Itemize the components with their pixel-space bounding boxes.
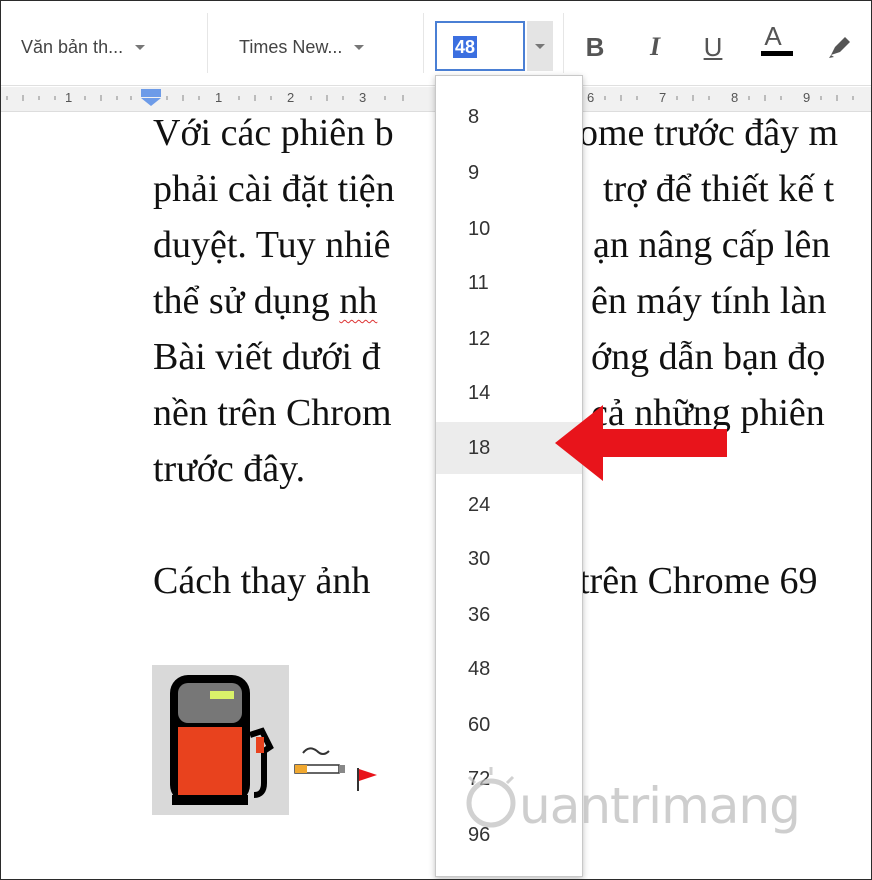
text-color-swatch [761, 51, 793, 56]
font-family-select[interactable]: Times New... [239, 29, 365, 65]
spellcheck-word[interactable]: nh [339, 280, 377, 322]
font-size-option[interactable]: 8 [436, 94, 582, 140]
first-line-indent-marker[interactable] [141, 89, 161, 97]
ruler-number: 7 [659, 90, 667, 105]
text-color-icon: A [764, 21, 782, 51]
ruler-number: 6 [587, 90, 595, 105]
cigarette-icon [294, 747, 345, 774]
toolbar-divider [563, 13, 564, 73]
font-size-option[interactable]: 9 [436, 150, 582, 196]
text-color-button[interactable]: A [753, 17, 793, 69]
font-size-dropdown-button[interactable] [527, 21, 553, 71]
flag-icon [357, 768, 377, 791]
underline-icon: U [703, 32, 723, 62]
underline-button[interactable]: U [693, 27, 733, 67]
doc-text-line: Cách thay ảnh [153, 560, 371, 602]
doc-text-line: thể sử dụng nh [153, 279, 377, 323]
left-indent-marker[interactable] [141, 98, 161, 106]
chevron-down-icon [535, 44, 545, 49]
doc-text-line: duyệt. Tuy nhiê [153, 224, 391, 266]
fuel-pump-image[interactable] [152, 665, 289, 815]
doc-text-line: ome trước đây m [579, 112, 839, 154]
doc-text-line: trước đây. [153, 448, 306, 490]
italic-button[interactable]: I [635, 27, 675, 67]
watermark-text: uantrimang [519, 777, 801, 835]
chevron-down-icon [354, 44, 365, 50]
doc-text-line: Với các phiên b [153, 112, 394, 154]
ruler-number: 1 [215, 90, 223, 105]
font-family-label: Times New... [239, 36, 343, 57]
font-size-value: 48 [453, 36, 478, 58]
font-size-option[interactable]: 12 [436, 316, 582, 362]
fuel-pump-icon [170, 675, 274, 805]
font-size-option[interactable]: 24 [436, 482, 582, 528]
highlight-color-button[interactable] [819, 27, 859, 67]
italic-icon: I [649, 32, 661, 61]
doc-text-line: phải cài đặt tiện [153, 168, 395, 210]
lightbulb-icon [466, 767, 516, 828]
doc-text-line: nền trên Chrom [153, 392, 392, 434]
ruler-number: 1 [65, 90, 73, 105]
font-size-option[interactable]: 11 [436, 260, 582, 306]
ruler-number: 2 [287, 90, 295, 105]
bold-icon: B [585, 32, 605, 62]
doc-text-line: Bài viết dưới đ [153, 336, 381, 378]
screenshot-frame: Văn bản th... Times New... 48 B I U A 1 … [0, 0, 872, 880]
annotation-arrow-icon [555, 405, 727, 481]
toolbar-divider [423, 13, 424, 73]
font-size-option[interactable]: 10 [436, 206, 582, 252]
toolbar-divider [207, 13, 208, 73]
paragraph-style-label: Văn bản th... [21, 36, 124, 57]
ruler-number: 3 [359, 90, 367, 105]
doc-text-segment: thể sử dụng [153, 280, 340, 322]
ruler-number: 8 [731, 90, 739, 105]
formatting-toolbar: Văn bản th... Times New... 48 B I U A [1, 1, 871, 86]
doc-text-line: ên máy tính làn [591, 280, 827, 322]
font-size-option[interactable]: 48 [436, 646, 582, 692]
doc-text-line: ớng dẫn bạn đọ [591, 336, 826, 378]
paragraph-style-select[interactable]: Văn bản th... [21, 29, 146, 65]
doc-text-line: trợ để thiết kế t [603, 168, 835, 210]
ruler-number: 9 [803, 90, 811, 105]
marker-icon [829, 37, 850, 58]
font-size-option[interactable]: 30 [436, 536, 582, 582]
doc-text-line: trên Chrome 69 [579, 560, 818, 602]
bold-button[interactable]: B [575, 27, 615, 67]
doc-text-line: ạn nâng cấp lên [593, 224, 831, 266]
font-size-option[interactable]: 36 [436, 592, 582, 638]
chevron-down-icon [135, 44, 146, 50]
font-size-option[interactable]: 60 [436, 702, 582, 748]
font-size-input[interactable]: 48 [435, 21, 525, 71]
